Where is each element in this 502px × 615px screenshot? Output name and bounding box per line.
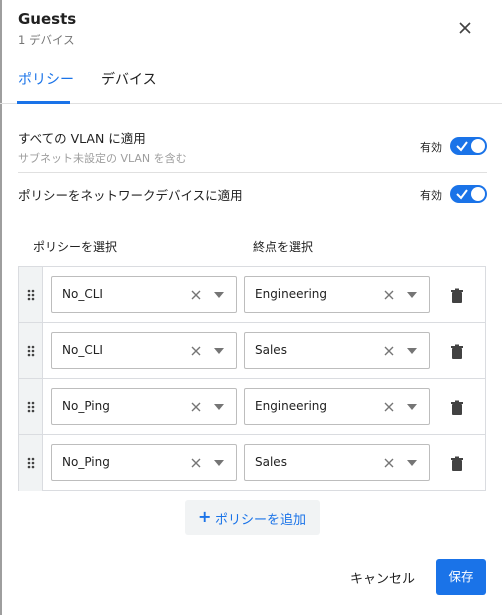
apply-network-device-label: ポリシーをネットワークデバイスに適用 bbox=[18, 188, 243, 203]
clear-icon[interactable] bbox=[383, 457, 395, 469]
drag-handle[interactable] bbox=[19, 435, 43, 491]
endpoint-select[interactable]: Engineering bbox=[244, 276, 430, 313]
endpoint-select-value: Sales bbox=[255, 343, 287, 357]
drag-handle[interactable] bbox=[19, 267, 43, 322]
clear-icon[interactable] bbox=[383, 401, 395, 413]
chevron-down-icon[interactable] bbox=[214, 292, 224, 298]
save-button[interactable]: 保存 bbox=[436, 559, 486, 595]
dialog-title: Guests bbox=[18, 10, 77, 28]
policy-select[interactable]: No_CLI bbox=[51, 276, 237, 313]
clear-icon[interactable] bbox=[190, 289, 202, 301]
drag-handle[interactable] bbox=[19, 323, 43, 378]
vlan-toggle-label: 有効 bbox=[420, 141, 442, 154]
clear-icon[interactable] bbox=[190, 457, 202, 469]
endpoint-select-value: Engineering bbox=[255, 399, 327, 413]
toggle-knob bbox=[471, 187, 485, 201]
active-tab-indicator bbox=[17, 101, 70, 104]
tab-devices[interactable]: デバイス bbox=[101, 69, 157, 89]
policy-select-value: No_Ping bbox=[62, 455, 110, 469]
tab-policy[interactable]: ポリシー bbox=[18, 69, 74, 89]
policy-rule-list: No_CLI Engineering No_CLI Sales No_Ping … bbox=[18, 266, 486, 491]
network-device-toggle[interactable] bbox=[450, 185, 487, 203]
toggle-knob bbox=[471, 139, 485, 153]
clear-icon[interactable] bbox=[383, 345, 395, 357]
vlan-toggle[interactable] bbox=[450, 137, 487, 155]
apply-all-vlan-label: すべての VLAN に適用 bbox=[18, 131, 146, 146]
policy-column-header: ポリシーを選択 bbox=[33, 240, 118, 254]
cancel-button[interactable]: キャンセル bbox=[350, 568, 415, 587]
device-count: 1 デバイス bbox=[18, 33, 75, 47]
endpoint-select[interactable]: Sales bbox=[244, 444, 430, 481]
drag-handle-icon bbox=[27, 345, 35, 357]
chevron-down-icon[interactable] bbox=[214, 460, 224, 466]
plus-icon: + bbox=[198, 507, 212, 526]
close-button[interactable] bbox=[456, 19, 474, 37]
tab-bar: ポリシー デバイス bbox=[0, 62, 502, 104]
policy-select[interactable]: No_Ping bbox=[51, 388, 237, 425]
network-device-toggle-label: 有効 bbox=[420, 189, 442, 202]
chevron-down-icon[interactable] bbox=[407, 348, 417, 354]
policy-rule-row: No_Ping Sales bbox=[19, 435, 485, 491]
check-icon bbox=[456, 189, 468, 200]
trash-icon[interactable] bbox=[450, 400, 464, 416]
chevron-down-icon[interactable] bbox=[407, 404, 417, 410]
chevron-down-icon[interactable] bbox=[214, 404, 224, 410]
drag-handle-icon bbox=[27, 289, 35, 301]
chevron-down-icon[interactable] bbox=[407, 460, 417, 466]
policy-select-value: No_CLI bbox=[62, 343, 103, 357]
clear-icon[interactable] bbox=[190, 401, 202, 413]
chevron-down-icon[interactable] bbox=[407, 292, 417, 298]
policy-rule-row: No_CLI Engineering bbox=[19, 267, 485, 323]
clear-icon[interactable] bbox=[383, 289, 395, 301]
endpoint-select-value: Sales bbox=[255, 455, 287, 469]
add-policy-button[interactable]: + ポリシーを追加 bbox=[185, 500, 320, 535]
chevron-down-icon[interactable] bbox=[214, 348, 224, 354]
endpoint-select[interactable]: Sales bbox=[244, 332, 430, 369]
close-icon bbox=[459, 22, 471, 34]
policy-select-value: No_Ping bbox=[62, 399, 110, 413]
drag-handle-icon bbox=[27, 401, 35, 413]
clear-icon[interactable] bbox=[190, 345, 202, 357]
policy-select[interactable]: No_CLI bbox=[51, 332, 237, 369]
policy-select[interactable]: No_Ping bbox=[51, 444, 237, 481]
policy-rule-row: No_CLI Sales bbox=[19, 323, 485, 379]
trash-icon[interactable] bbox=[450, 456, 464, 472]
add-policy-label: ポリシーを追加 bbox=[215, 513, 307, 528]
apply-all-vlan-description: サブネット未設定の VLAN を含む bbox=[18, 152, 187, 165]
drag-handle[interactable] bbox=[19, 379, 43, 434]
drag-handle-icon bbox=[27, 457, 35, 469]
endpoint-select-value: Engineering bbox=[255, 287, 327, 301]
endpoint-select[interactable]: Engineering bbox=[244, 388, 430, 425]
policy-rule-row: No_Ping Engineering bbox=[19, 379, 485, 435]
trash-icon[interactable] bbox=[450, 344, 464, 360]
trash-icon[interactable] bbox=[450, 288, 464, 304]
settings-divider bbox=[18, 172, 487, 173]
endpoint-column-header: 終点を選択 bbox=[253, 240, 314, 254]
policy-select-value: No_CLI bbox=[62, 287, 103, 301]
check-icon bbox=[456, 141, 468, 152]
